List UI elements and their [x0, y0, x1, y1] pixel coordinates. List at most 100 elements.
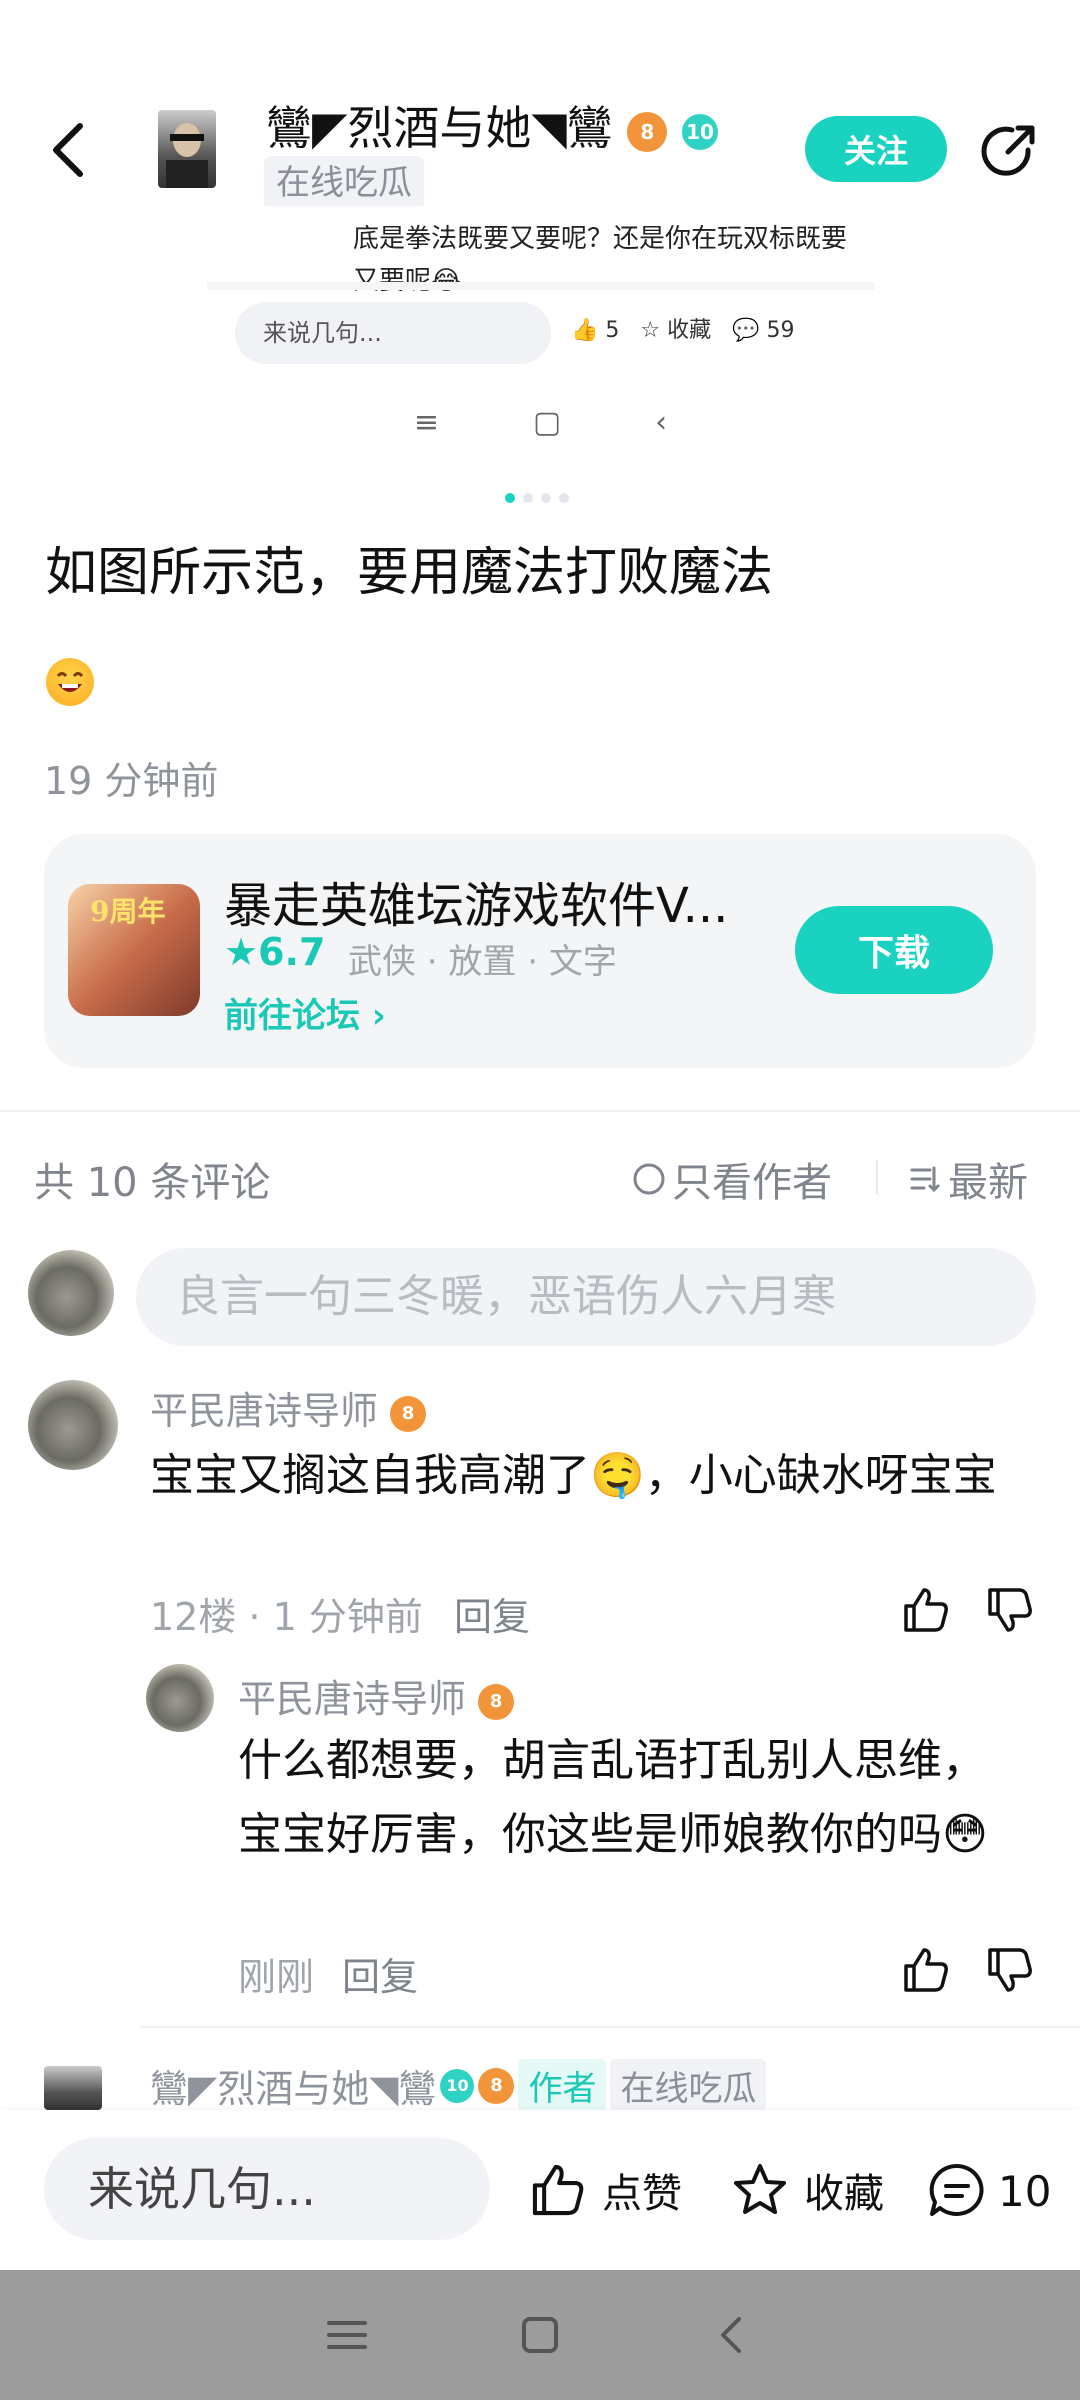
replier-name-text: 平民唐诗导师 [238, 1677, 467, 1721]
divider [0, 1110, 1080, 1112]
share-icon [981, 125, 1035, 176]
online-tag: 在线吃瓜 [610, 2059, 767, 2112]
post-image-comments: 59 [766, 318, 795, 343]
carousel-dot [523, 493, 533, 503]
sort-label: 最新 [948, 1160, 1028, 1206]
post-image-fav: 收藏 [667, 318, 712, 343]
sort-icon [910, 1166, 940, 1193]
app-icon-label: 9周年 [90, 895, 166, 928]
like-button[interactable] [900, 1944, 952, 1996]
back-icon [721, 2317, 742, 2353]
commenter-name[interactable]: 平民唐诗导师 8 [150, 1380, 427, 1435]
replier-name[interactable]: 平民唐诗导师 8 [238, 1668, 515, 1723]
app-rating-value: 6.7 [258, 930, 326, 974]
comment-action-button[interactable]: 10 [926, 2160, 1051, 2222]
thumbs-down-icon [988, 1588, 1032, 1632]
menu-icon: ≡ [413, 404, 440, 440]
post-image-navbar: ≡ ▢ ‹ [207, 392, 874, 452]
app-rating: ★6.7 [224, 930, 325, 974]
divider [140, 2026, 1080, 2028]
thumbs-down-icon [988, 1948, 1032, 1992]
back-button[interactable] [40, 110, 104, 190]
like-action-button[interactable]: 点赞 [528, 2160, 682, 2220]
carousel-dot [505, 493, 515, 503]
level-badge-teal: 10 [440, 2068, 475, 2103]
app-tags: 武侠 · 放置 · 文字 [348, 942, 617, 982]
comment-text: 宝宝又搁这自我高潮了🤤，小心缺水呀宝宝 [150, 1450, 997, 1501]
radio-icon [633, 1163, 665, 1195]
level-badge-teal: 10 [682, 113, 719, 150]
post-image-input: 来说几句... [235, 302, 551, 364]
commenter-name-text: 平民唐诗导师 [150, 1389, 379, 1433]
only-author-toggle[interactable]: 只看作者 [632, 1150, 832, 1208]
laughing-emoji-icon [46, 658, 94, 706]
star-icon: ★ [224, 930, 259, 974]
commenter-name[interactable]: 鸞◤烈酒与她◥鸞 10 8 作者 在线吃瓜 [150, 2058, 767, 2113]
author-avatar[interactable] [158, 110, 216, 188]
star-icon: ☆ [640, 318, 661, 343]
level-badge-orange: 8 [627, 111, 668, 152]
sort-button[interactable]: 最新 [908, 1150, 1028, 1208]
commenter-name-text: 鸞◤烈酒与她◥鸞 [150, 2067, 437, 2111]
post-time: 19 分钟前 [44, 759, 219, 803]
app-name[interactable]: 暴走英雄坛游戏软件V... [224, 866, 728, 936]
system-navigation-bar [0, 2270, 1080, 2400]
comment-icon: 💬 [732, 318, 760, 343]
commenter-avatar[interactable] [28, 1380, 118, 1470]
comment-icon [929, 2163, 984, 2216]
dislike-button[interactable] [984, 1584, 1036, 1636]
home-button[interactable] [518, 2313, 562, 2357]
menu-button[interactable] [325, 2313, 369, 2357]
menu-icon [326, 2321, 367, 2349]
dislike-button[interactable] [984, 1944, 1036, 1996]
divider [876, 1160, 878, 1194]
post-image[interactable]: 底是拳法既要又要呢？还是你在玩双标既要又要呢😂 来说几句... 👍 5 ☆ 收藏… [207, 206, 874, 488]
download-button[interactable]: 下载 [795, 906, 993, 994]
chevron-right-icon: › [371, 996, 386, 1036]
post-title: 如图所示范，要用魔法打败魔法 [45, 543, 774, 603]
avatar-image [166, 123, 208, 188]
reply-time: 刚刚 [238, 1955, 315, 1999]
author-name-text: 鸞◤烈酒与她◥鸞 [266, 101, 613, 155]
post-image-likes: 5 [605, 318, 620, 343]
back-icon: ‹ [655, 404, 668, 440]
emoji-face [56, 672, 84, 692]
reply-button[interactable]: 回复 [342, 1946, 418, 2001]
level-badge-orange: 8 [390, 1395, 427, 1432]
like-button[interactable] [900, 1584, 952, 1636]
only-author-label: 只看作者 [672, 1160, 832, 1206]
level-badge-orange: 8 [478, 1683, 515, 1720]
thumbs-up-icon [904, 1588, 948, 1632]
image-crop-edge [207, 282, 874, 290]
reply-button[interactable]: 回复 [454, 1586, 530, 1641]
forum-link[interactable]: 前往论坛 › [224, 988, 386, 1037]
chevron-left-icon [53, 123, 83, 177]
my-avatar [28, 1250, 114, 1336]
follow-button[interactable]: 关注 [805, 116, 947, 182]
app-icon[interactable]: 9周年 [68, 884, 200, 1016]
bottom-comment-input[interactable]: 来说几句... [44, 2138, 490, 2240]
share-button[interactable] [978, 120, 1040, 182]
favorite-action-label: 收藏 [804, 2171, 884, 2217]
comment-input[interactable]: 良言一句三冬暖，恶语伤人六月寒 [136, 1248, 1036, 1346]
author-name[interactable]: 鸞◤烈酒与她◥鸞 8 10 [266, 92, 719, 158]
carousel-dot [559, 493, 569, 503]
system-back-button[interactable] [711, 2313, 755, 2357]
level-badge-orange: 8 [478, 2067, 515, 2104]
star-icon [734, 2164, 786, 2214]
author-tag: 在线吃瓜 [264, 156, 424, 210]
favorite-action-button[interactable]: 收藏 [730, 2160, 884, 2220]
like-action-label: 点赞 [602, 2171, 682, 2217]
home-icon: ▢ [532, 404, 562, 440]
carousel-indicator [505, 493, 569, 503]
comment-action-count: 10 [998, 2166, 1052, 2216]
commenter-avatar[interactable] [44, 2066, 102, 2110]
comment-meta: 12楼 · 1 分钟前 [150, 1595, 423, 1639]
comment-count: 共 10 条评论 [34, 1160, 271, 1206]
reply-text: 什么都想要，胡言乱语打乱别人思维，宝宝好厉害，你这些是师娘教你的吗😳 [238, 1735, 988, 1860]
thumbs-up-icon [532, 2164, 584, 2216]
author-tag: 作者 [518, 2059, 607, 2112]
replier-avatar[interactable] [146, 1664, 214, 1732]
home-icon [521, 2317, 558, 2353]
post-image-actions: 👍 5 ☆ 收藏 💬 59 [571, 312, 795, 344]
